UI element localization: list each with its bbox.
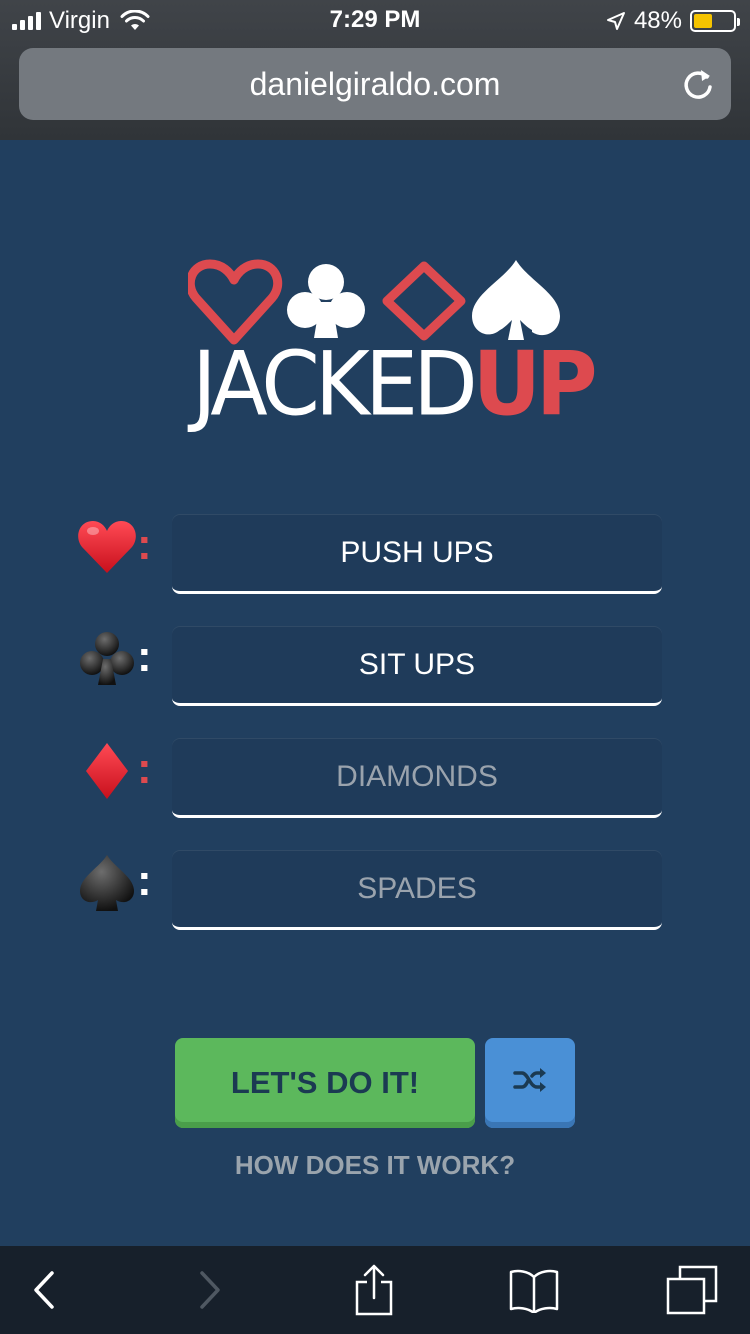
- url-text: danielgiraldo.com: [249, 66, 501, 102]
- jackedup-logo: JACKEDUP: [188, 258, 598, 428]
- forward-button[interactable]: [180, 1264, 240, 1316]
- lets-do-it-button[interactable]: LET'S DO IT!: [175, 1038, 475, 1128]
- logo-club-icon: [287, 264, 365, 338]
- battery-percent: 48%: [633, 7, 682, 34]
- browser-top-chrome: Virgin 7:29 PM 48% danielgiraldo.com: [0, 0, 750, 140]
- logo-wordmark: JACKEDUP: [192, 340, 598, 428]
- status-bar: Virgin 7:29 PM 48%: [0, 0, 750, 40]
- diamond-colon: :: [137, 744, 152, 793]
- club-suit-icon: [80, 632, 134, 685]
- tabs-icon: [666, 1265, 718, 1315]
- heart-colon: :: [137, 520, 152, 569]
- tabs-button[interactable]: [662, 1264, 722, 1316]
- hearts-exercise-input[interactable]: [172, 514, 662, 594]
- heart-suit-icon: [78, 521, 136, 573]
- row-hearts: :: [0, 514, 750, 597]
- row-clubs: :: [0, 626, 750, 709]
- logo-heart-icon: [188, 259, 283, 345]
- club-colon: :: [137, 632, 152, 681]
- shuffle-icon: [513, 1068, 546, 1092]
- shuffle-button[interactable]: [485, 1038, 575, 1128]
- diamond-suit-icon: [86, 743, 128, 799]
- share-button[interactable]: [344, 1264, 404, 1316]
- logo-word-white: JACKED: [192, 332, 478, 436]
- spade-colon: :: [137, 856, 152, 905]
- row-spades: :: [0, 850, 750, 933]
- row-diamonds: :: [0, 738, 750, 821]
- clubs-exercise-input[interactable]: [172, 626, 662, 706]
- reload-icon[interactable]: [681, 66, 715, 102]
- battery-fill: [694, 14, 713, 28]
- chevron-right-icon: [200, 1271, 220, 1309]
- location-arrow-icon: [606, 12, 625, 30]
- bookmarks-button[interactable]: [504, 1264, 564, 1316]
- chevron-left-icon: [34, 1271, 54, 1309]
- logo-spade-icon: [472, 260, 560, 340]
- how-does-it-work-link[interactable]: HOW DOES IT WORK?: [0, 1150, 750, 1181]
- address-bar[interactable]: danielgiraldo.com: [19, 48, 731, 120]
- logo-word-red: UP: [472, 332, 598, 436]
- logo-diamond-icon: [382, 261, 466, 341]
- back-button[interactable]: [14, 1264, 74, 1316]
- browser-toolbar: [0, 1246, 750, 1334]
- book-icon: [509, 1269, 559, 1313]
- spades-exercise-input[interactable]: [172, 850, 662, 930]
- diamonds-exercise-input[interactable]: [172, 738, 662, 818]
- battery-icon: [690, 10, 740, 32]
- status-right: 48%: [606, 7, 740, 35]
- spade-suit-icon: [80, 855, 134, 911]
- share-icon: [355, 1264, 393, 1316]
